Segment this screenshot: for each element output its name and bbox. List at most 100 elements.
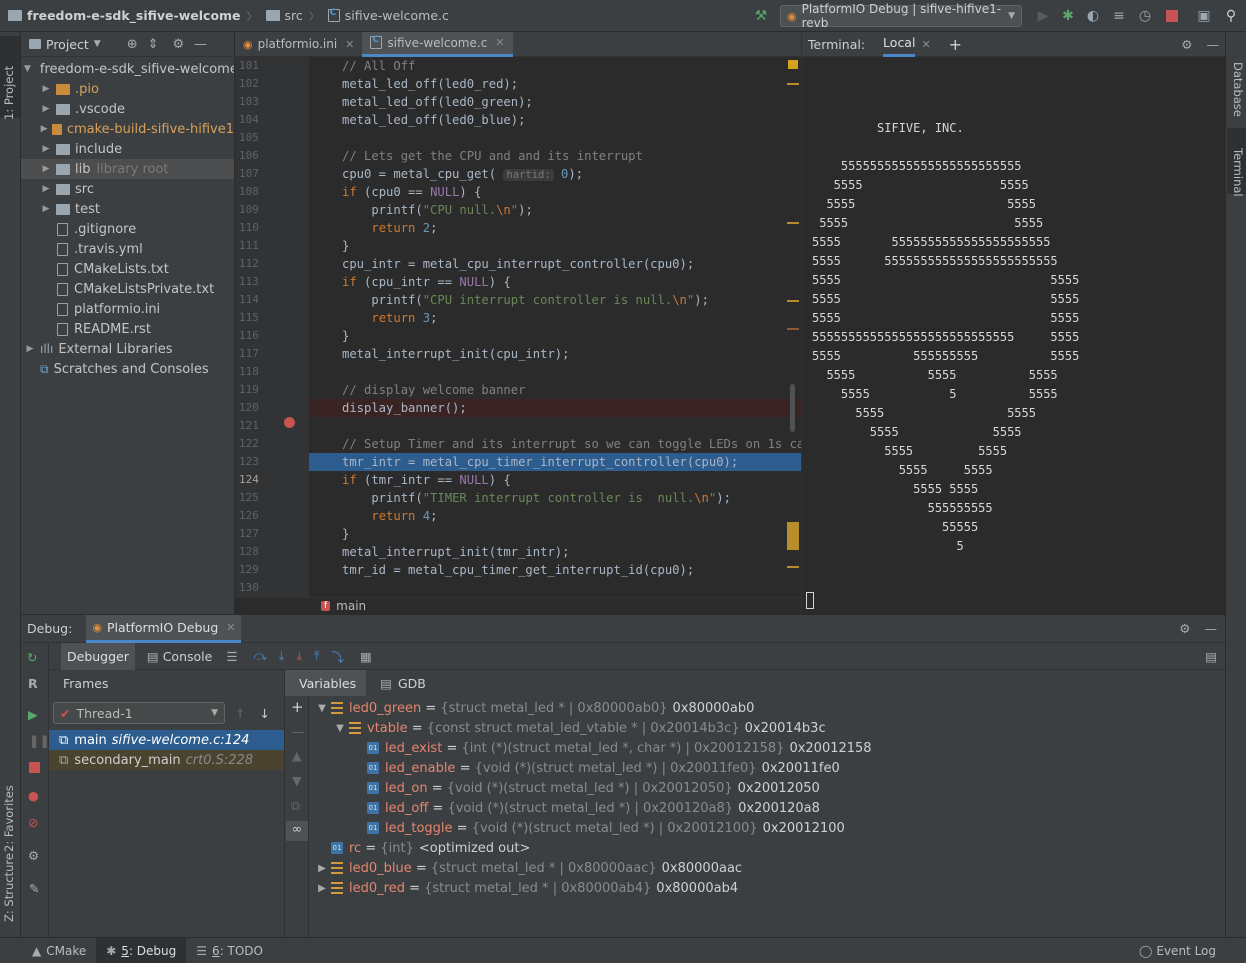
expand-arrow-icon[interactable]: ▶ <box>40 144 52 154</box>
pause-icon[interactable]: ❚❚ <box>29 733 50 748</box>
tree-item[interactable]: ▶ .vscode <box>21 99 234 119</box>
breakpoint-icon[interactable] <box>284 417 295 428</box>
show-execution-point-icon[interactable]: ⤼ <box>254 648 267 664</box>
tree-item[interactable]: ▶ .pio <box>21 79 234 99</box>
variable-row[interactable]: ▶ led0_red = {struct metal_led * | 0x8000… <box>313 878 872 898</box>
expand-arrow-icon[interactable]: ▶ <box>40 204 52 214</box>
breadcrumb-project[interactable]: freedom-e-sdk_sifive-welcome <box>8 8 241 23</box>
close-icon[interactable]: ✕ <box>495 36 504 49</box>
expand-arrow-icon[interactable]: ▼ <box>331 723 349 734</box>
evaluate-expression-icon[interactable]: ▦ <box>360 649 372 664</box>
close-icon[interactable]: ✕ <box>226 621 235 634</box>
thread-select[interactable]: ✔ Thread-1 ▼ <box>53 702 225 724</box>
terminal-output[interactable]: SIFIVE, INC. 5555555555555555555555555 5… <box>802 57 1225 632</box>
database-tool-tab[interactable]: Database <box>1231 62 1245 117</box>
tree-item[interactable]: .gitignore <box>21 219 234 239</box>
rerun-icon[interactable]: ↻ <box>27 650 37 665</box>
expand-arrow-icon[interactable]: ▶ <box>40 164 52 174</box>
collapse-all-icon[interactable]: ⇕ <box>148 37 159 52</box>
warning-marker-icon[interactable] <box>788 60 798 69</box>
view-breakpoints-icon[interactable]: ● <box>28 788 39 803</box>
hide-icon[interactable]: — <box>1205 621 1218 636</box>
expand-arrow-icon[interactable]: ▶ <box>313 863 331 874</box>
variable-row[interactable]: 01 led_off = {void (*)(struct metal_led *… <box>313 798 872 818</box>
variable-row[interactable]: 01 rc = {int} <optimized out> <box>313 838 872 858</box>
terminal-tool-tab[interactable]: Terminal <box>1231 148 1245 197</box>
arrow-down-icon[interactable]: ↓ <box>259 706 269 721</box>
expand-arrow-icon[interactable]: ▶ <box>40 184 52 194</box>
tree-item[interactable]: platformio.ini <box>21 299 234 319</box>
editor-breadcrumb-function[interactable]: main <box>336 599 366 613</box>
layout-settings-icon[interactable]: ▤ <box>1205 649 1217 664</box>
expand-arrow-icon[interactable]: ▶ <box>313 883 331 894</box>
expand-arrow-icon[interactable]: ▼ <box>313 703 331 714</box>
frame-row[interactable]: ⧉ secondary_main crt0.S:228 <box>49 750 284 770</box>
expand-arrow-icon[interactable]: ▶ <box>24 344 36 354</box>
tree-item[interactable]: CMakeListsPrivate.txt <box>21 279 234 299</box>
run-configuration-select[interactable]: ◉ PlatformIO Debug | sifive-hifive1-revb… <box>780 2 1022 30</box>
expand-arrow-icon[interactable]: ▶ <box>40 124 48 134</box>
variable-row[interactable]: 01 led_on = {void (*)(struct metal_led *)… <box>313 778 872 798</box>
tree-item[interactable]: ▶ src <box>21 179 234 199</box>
menu-icon[interactable]: ☰ <box>226 649 237 664</box>
remove-watch-icon[interactable]: — <box>292 724 305 739</box>
gear-icon[interactable]: ⚙ <box>173 37 185 52</box>
tree-item[interactable]: ▶ lib library root <box>21 159 234 179</box>
editor-tab-sifive-welcome-c[interactable]: sifive-welcome.c ✕ <box>362 31 513 57</box>
copy-icon[interactable]: ⧉ <box>291 798 300 814</box>
tree-item[interactable]: CMakeLists.txt <box>21 259 234 279</box>
expand-arrow-icon[interactable]: ▼ <box>24 64 31 74</box>
tree-root[interactable]: ▼ freedom-e-sdk_sifive-welcome <box>21 59 234 79</box>
gdb-tab[interactable]: ▤ GDB <box>380 676 426 691</box>
variable-row[interactable]: ▼ vtable = {const struct metal_led_vtable… <box>313 718 872 738</box>
project-view-select[interactable]: Project <box>46 37 89 52</box>
step-into-icon[interactable]: ⤓ <box>296 648 302 664</box>
scroll-marker[interactable] <box>787 328 799 330</box>
tree-item[interactable]: ▶ include <box>21 139 234 159</box>
run-with-coverage-icon[interactable]: ◐ <box>1082 5 1104 27</box>
scroll-marker[interactable] <box>787 83 799 85</box>
tree-item[interactable]: ▶ test <box>21 199 234 219</box>
tree-item[interactable]: README.rst <box>21 319 234 339</box>
pin-icon[interactable]: ✎ <box>29 881 39 896</box>
scroll-marker[interactable] <box>787 566 799 568</box>
debug-tool-button[interactable]: ✱ 5: Debug <box>96 937 187 963</box>
scroll-marker[interactable] <box>787 300 799 302</box>
event-log-button[interactable]: ◯ Event Log <box>1129 938 1226 963</box>
profile-icon[interactable]: ≡ <box>1108 5 1130 27</box>
hide-icon[interactable]: — <box>194 37 207 52</box>
run-icon[interactable]: ▶ <box>1032 5 1054 27</box>
frame-row[interactable]: ⧉ main sifive-welcome.c:124 <box>49 730 284 750</box>
tree-scratches[interactable]: ⧉ Scratches and Consoles <box>21 359 234 379</box>
step-out-icon[interactable]: ⤒ <box>314 648 320 664</box>
variable-row[interactable]: ▶ led0_blue = {struct metal_led * | 0x800… <box>313 858 872 878</box>
stop-icon[interactable] <box>29 762 40 773</box>
layout-icon[interactable]: ▣ <box>1193 5 1215 27</box>
structure-tool-tab-label[interactable]: Z: Structure <box>2 853 16 922</box>
step-over-icon[interactable]: ⤓ <box>279 648 285 664</box>
arrow-up-icon[interactable]: ↑ <box>235 706 245 721</box>
variable-row[interactable]: 01 led_exist = {int (*)(struct metal_led … <box>313 738 872 758</box>
chevron-down-icon[interactable]: ▼ <box>94 39 101 49</box>
debug-session-tab[interactable]: ◉ PlatformIO Debug ✕ <box>86 614 242 643</box>
tree-item[interactable]: ▶ cmake-build-sifive-hifive1 <box>21 119 234 139</box>
terminal-tab-local[interactable]: Local <box>883 31 916 57</box>
variables-tab[interactable]: Variables <box>285 670 367 696</box>
scroll-marker[interactable] <box>787 222 799 224</box>
variable-row[interactable]: ▼ led0_green = {struct metal_led * | 0x80… <box>313 698 872 718</box>
close-icon[interactable]: ✕ <box>921 38 930 51</box>
restart-icon[interactable]: R <box>28 676 38 691</box>
gear-icon[interactable]: ⚙ <box>1179 621 1190 636</box>
breadcrumb-file[interactable]: sifive-welcome.c <box>327 8 449 23</box>
gear-icon[interactable]: ⚙ <box>1181 37 1192 52</box>
editor-tab-platformio-ini[interactable]: ◉ platformio.ini ✕ <box>235 32 362 57</box>
run-to-cursor-icon[interactable]: ⤵ <box>332 647 345 666</box>
stop-icon[interactable] <box>1166 10 1178 22</box>
debug-bug-icon[interactable]: ✱ <box>1057 5 1079 27</box>
tree-item[interactable]: .travis.yml <box>21 239 234 259</box>
add-watch-plus-icon[interactable]: + <box>291 698 304 716</box>
hide-icon[interactable]: — <box>1207 37 1220 52</box>
move-down-icon[interactable]: ▼ <box>292 773 302 788</box>
scroll-marker[interactable] <box>787 522 799 550</box>
cmake-tool-button[interactable]: ▲ CMake <box>22 938 96 963</box>
